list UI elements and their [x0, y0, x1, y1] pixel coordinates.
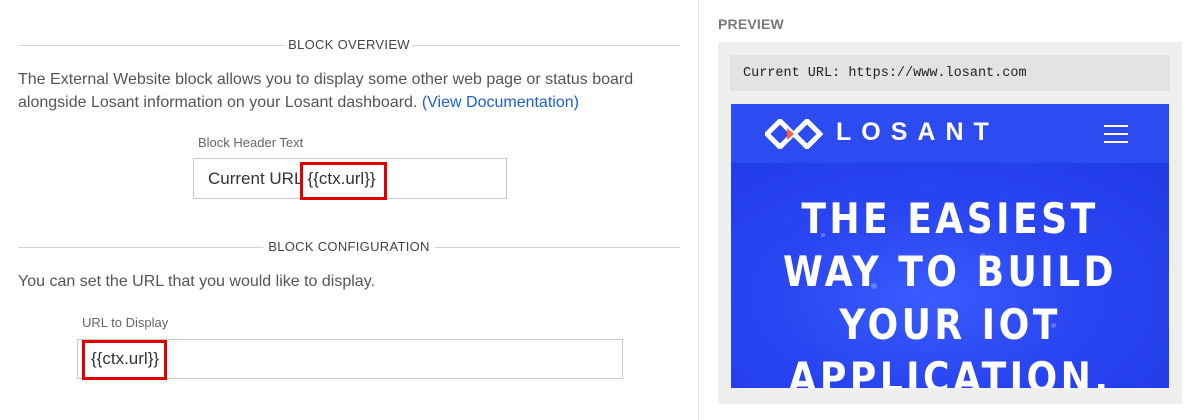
column-separator — [698, 0, 699, 420]
site-hero-headline: THE EASIEST WAY TO BUILD YOUR IOT APPLIC… — [762, 192, 1139, 388]
hamburger-menu-icon[interactable] — [1104, 125, 1128, 143]
highlight-box-url-template — [82, 340, 167, 380]
losant-logo-icon — [765, 119, 823, 149]
site-brand-name: LOSANT — [836, 118, 999, 146]
block-overview-description: The External Website block allows you to… — [18, 68, 678, 114]
block-configuration-description: You can set the URL that you would like … — [18, 273, 375, 290]
preview-heading: PREVIEW — [718, 16, 784, 32]
block-configuration-divider: BLOCK CONFIGURATION — [18, 237, 680, 257]
view-documentation-link[interactable]: (View Documentation) — [422, 94, 579, 111]
header-input-prefix: Current URL — [208, 168, 308, 188]
block-overview-divider: BLOCK OVERVIEW — [18, 35, 680, 55]
hero-line: THE EASIEST — [801, 194, 1099, 243]
highlight-box-header-template — [300, 162, 387, 200]
hero-line: WAY TO BUILD — [783, 247, 1117, 296]
block-header-text-label: Block Header Text — [198, 135, 304, 150]
divider-line — [412, 45, 680, 46]
divider-line — [435, 247, 680, 248]
url-to-display-label: URL to Display — [82, 315, 169, 330]
embedded-website[interactable]: LOSANT THE EASIEST WAY TO BUILD YOUR IOT… — [731, 104, 1169, 388]
hero-line: APPLICATION. — [788, 353, 1112, 388]
hero-line: YOUR IOT — [839, 300, 1061, 349]
preview-block-header: Current URL: https://www.losant.com — [730, 55, 1170, 91]
site-navbar: LOSANT — [731, 104, 1169, 163]
